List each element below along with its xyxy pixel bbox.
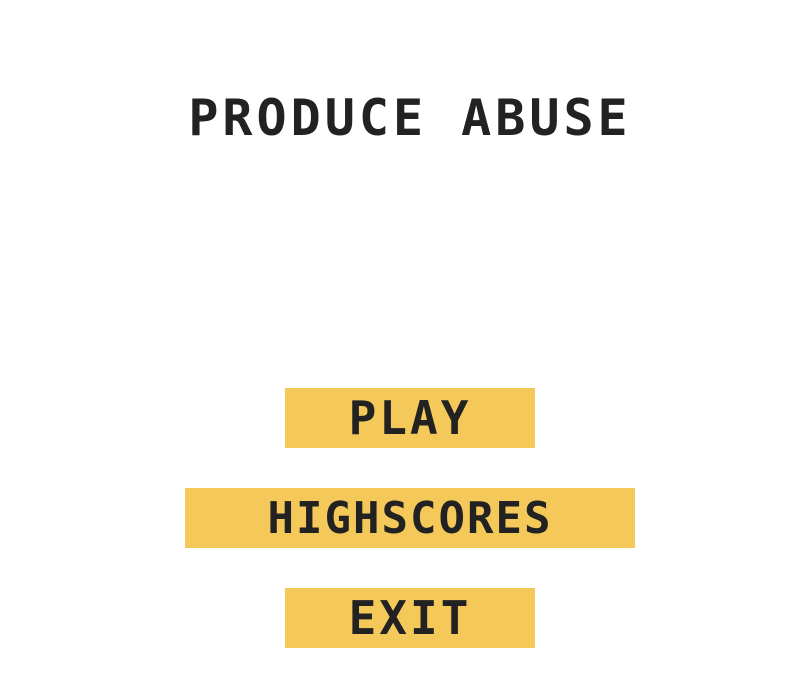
- highscores-button[interactable]: HIGHSCORES: [185, 488, 635, 548]
- game-title: PRODUCE ABUSE: [188, 89, 632, 147]
- play-button[interactable]: PLAY: [285, 388, 535, 448]
- exit-button[interactable]: EXIT: [285, 588, 535, 648]
